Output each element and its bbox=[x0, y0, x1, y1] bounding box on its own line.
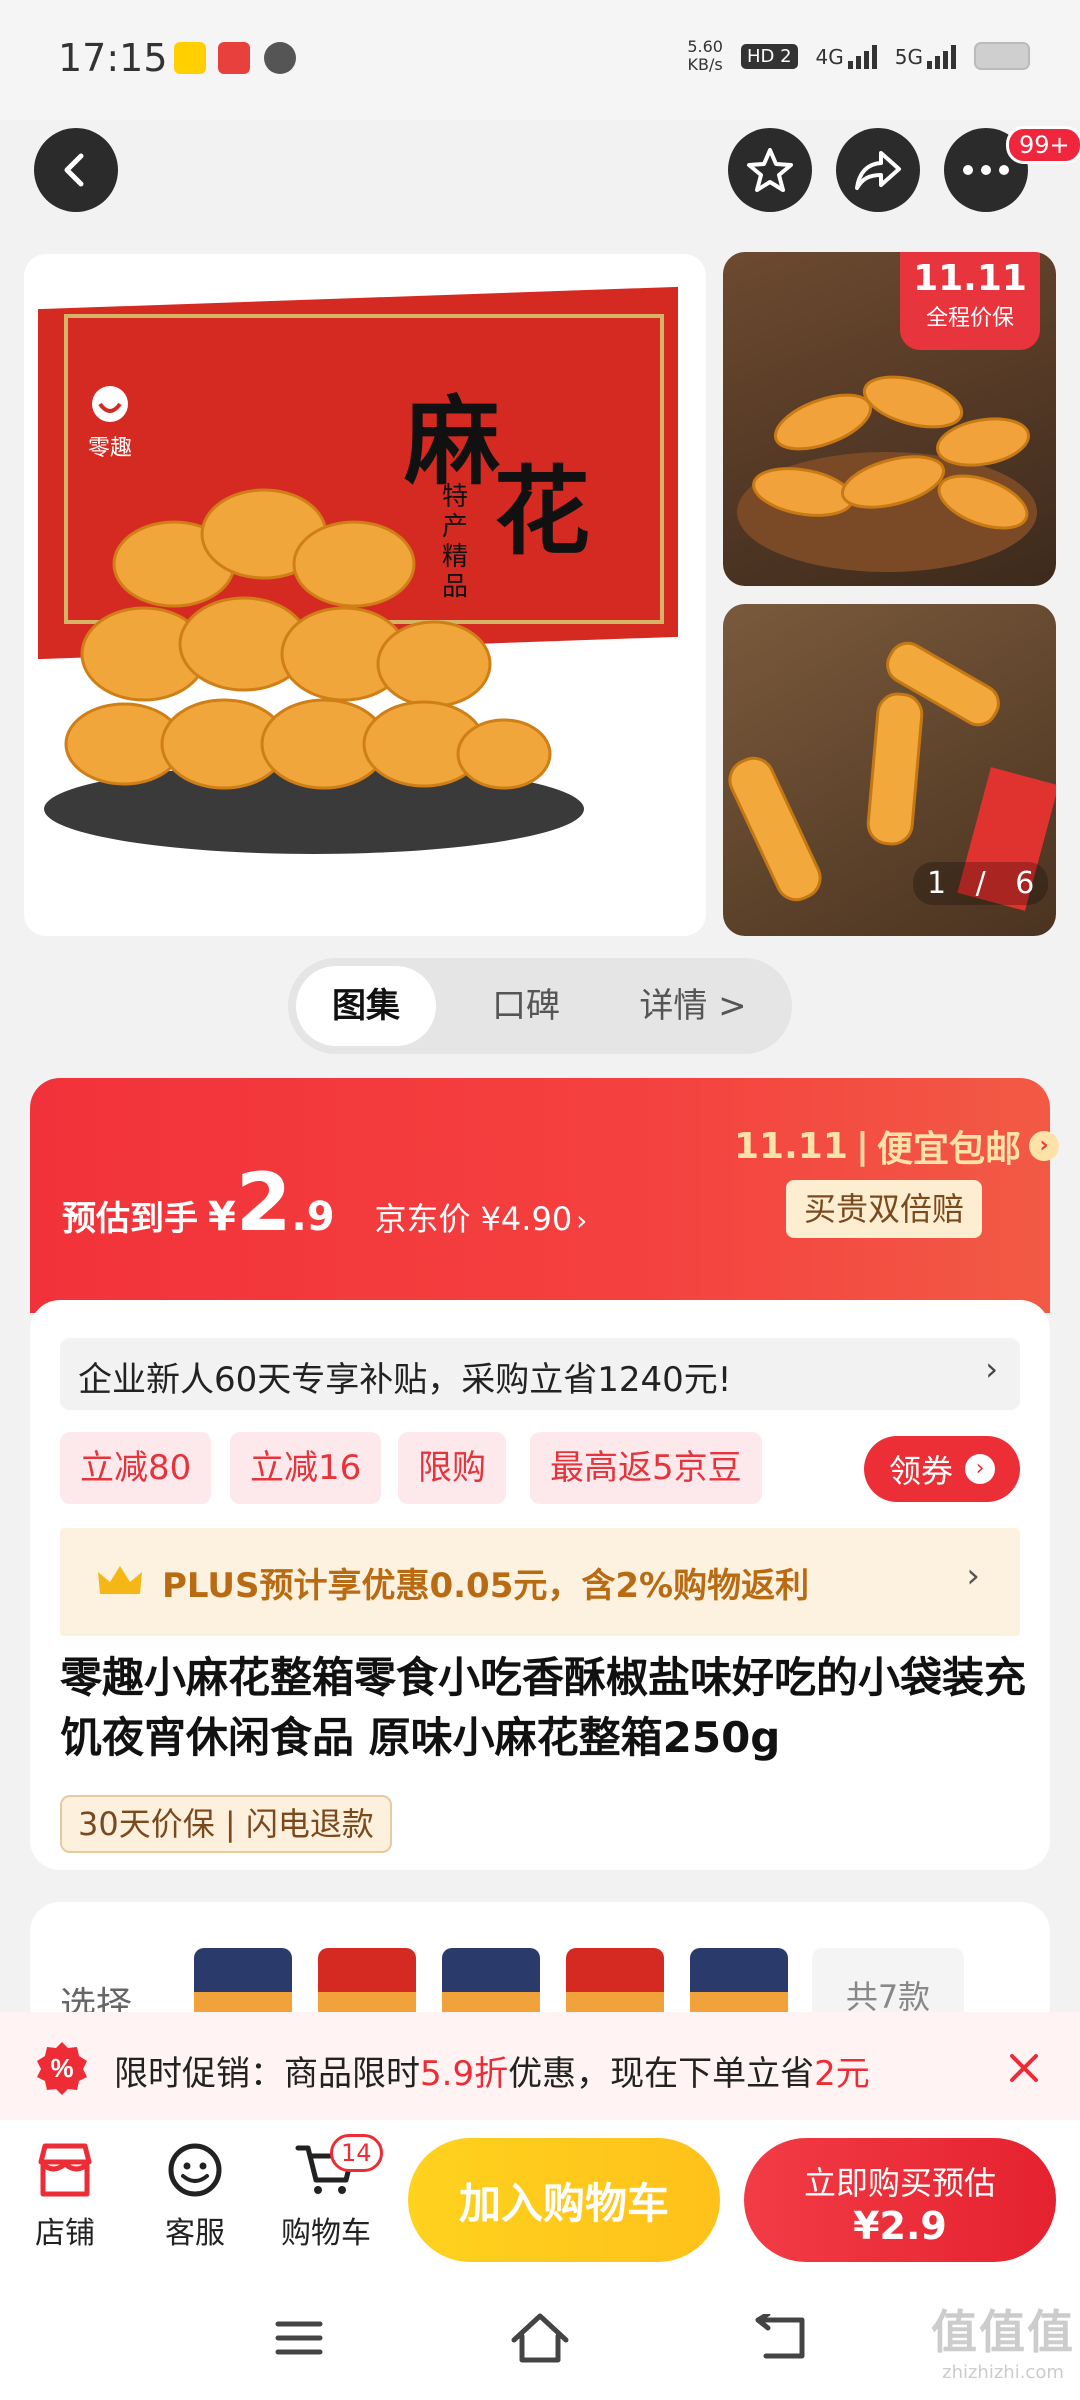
jd-price[interactable]: ¥4.90 bbox=[481, 1200, 573, 1238]
coupon-tag-4[interactable]: 最高返5京豆 bbox=[530, 1432, 762, 1504]
coupon-tag-1[interactable]: 立减80 bbox=[60, 1432, 212, 1504]
service-chips[interactable]: 30天价保 | 闪电退款 bbox=[60, 1795, 392, 1853]
system-nav-bar: 值值值 zhizhizhi.com bbox=[0, 2280, 1080, 2400]
coupon-tag-2[interactable]: 立减16 bbox=[230, 1432, 382, 1504]
net-4g-label: 4G bbox=[815, 45, 844, 69]
image-pager: 1 / 6 bbox=[913, 862, 1049, 905]
main-product-image[interactable]: 零趣 麻 花 特产精品 bbox=[24, 254, 706, 936]
claim-coupon-button[interactable]: 领券 › bbox=[864, 1436, 1020, 1502]
jd-price-label: 京东价 bbox=[374, 1200, 471, 1238]
tab-gallery[interactable]: 图集 bbox=[296, 966, 436, 1046]
close-icon[interactable] bbox=[1008, 2052, 1040, 2084]
event-text: 便宜包邮 bbox=[877, 1129, 1022, 1170]
plus-text: PLUS预计享优惠0.05元，含2%购物返利 bbox=[162, 1566, 810, 1606]
chevron-right-icon: › bbox=[965, 1454, 995, 1484]
side-image-1[interactable]: 11.11 全程价保 bbox=[723, 252, 1056, 586]
cart-badge: 14 bbox=[330, 2134, 383, 2172]
brand-logo: 零趣 bbox=[70, 384, 150, 461]
shop-icon bbox=[38, 2143, 92, 2197]
mahua-snack-image bbox=[64, 488, 552, 790]
net-speed: 5.60 KB/s bbox=[687, 37, 723, 74]
chevron-left-icon bbox=[64, 153, 84, 187]
hd-icon: HD 2 bbox=[740, 43, 798, 69]
price-dec: .9 bbox=[291, 1194, 335, 1240]
signal-4g-icon bbox=[847, 43, 877, 69]
tab-details[interactable]: 详情 > bbox=[618, 966, 768, 1046]
price-label: 预估到手 bbox=[62, 1199, 198, 1239]
service-button[interactable]: 客服 bbox=[150, 2140, 240, 2252]
price-int: 2 bbox=[235, 1156, 292, 1249]
guarantee-badge: 买贵双倍赔 bbox=[786, 1180, 983, 1238]
discount-icon: % bbox=[37, 2042, 87, 2095]
home-icon[interactable] bbox=[510, 2310, 570, 2366]
tab-reviews[interactable]: 口碑 bbox=[466, 966, 586, 1046]
back-nav-icon[interactable] bbox=[752, 2314, 808, 2362]
promo-text: 限时促销：商品限时5.9折优惠，现在下单立省2元 bbox=[114, 2054, 870, 2094]
event-logo: 11.11 bbox=[734, 1125, 848, 1167]
enterprise-bar[interactable]: 企业新人60天专享补贴，采购立省1240元! › bbox=[60, 1338, 1020, 1410]
back-button[interactable] bbox=[34, 128, 118, 212]
chevron-right-icon: › bbox=[985, 1350, 998, 1388]
shop-button[interactable]: 店铺 bbox=[20, 2140, 110, 2252]
net-5g-label: 5G bbox=[894, 45, 923, 69]
gallery-tabs: 图集 口碑 详情 > bbox=[288, 958, 792, 1054]
share-button[interactable] bbox=[836, 128, 920, 212]
message-icon bbox=[264, 42, 296, 74]
more-dots-icon bbox=[963, 165, 1009, 175]
favorite-button[interactable] bbox=[728, 128, 812, 212]
customer-service-icon bbox=[168, 2143, 222, 2197]
chevron-right-icon: › bbox=[1029, 1131, 1060, 1161]
notification-app-icon bbox=[218, 42, 250, 74]
price-block: 预估到手 ¥ 2 .9 京东价 ¥4.90 › bbox=[62, 1156, 588, 1249]
enterprise-text: 企业新人60天专享补贴，采购立省1240元! bbox=[78, 1360, 732, 1400]
menu-icon[interactable] bbox=[274, 2318, 324, 2358]
signal-5g-icon bbox=[927, 43, 956, 69]
add-to-cart-button[interactable]: 加入购物车 bbox=[408, 2138, 720, 2262]
buy-now-button[interactable]: 立即购买预估 ¥2.9 bbox=[744, 2138, 1056, 2262]
side-image-2[interactable]: 1 / 6 bbox=[723, 604, 1056, 936]
event-link[interactable]: 11.11 | 便宜包邮 › bbox=[734, 1120, 1060, 1172]
more-badge: 99+ bbox=[1006, 126, 1080, 164]
plus-bar[interactable]: PLUS预计享优惠0.05元，含2%购物返利 › bbox=[60, 1528, 1020, 1636]
status-time: 17:15 bbox=[58, 36, 168, 80]
star-icon bbox=[747, 148, 793, 192]
mahua-bowl-image bbox=[752, 375, 1030, 530]
status-bar: 17:15 5.60 KB/s HD 2 4G 5G bbox=[0, 0, 1080, 120]
share-icon bbox=[855, 151, 901, 190]
battery-icon bbox=[974, 42, 1030, 70]
chevron-right-icon: › bbox=[966, 1556, 980, 1596]
svg-text:%: % bbox=[50, 2053, 73, 2083]
watermark: 值值值 zhizhizhi.com bbox=[931, 2305, 1075, 2383]
promo-strip[interactable]: % 限时促销：商品限时5.9折优惠，现在下单立省2元 bbox=[0, 2012, 1080, 2122]
coupon-tag-3[interactable]: 限购 bbox=[398, 1432, 506, 1504]
crown-icon bbox=[98, 1566, 142, 1594]
product-title: 零趣小麻花整箱零食小吃香酥椒盐味好吃的小袋装充饥夜宵休闲食品 原味小麻花整箱25… bbox=[60, 1653, 1027, 1762]
meituan-app-icon bbox=[174, 42, 206, 74]
